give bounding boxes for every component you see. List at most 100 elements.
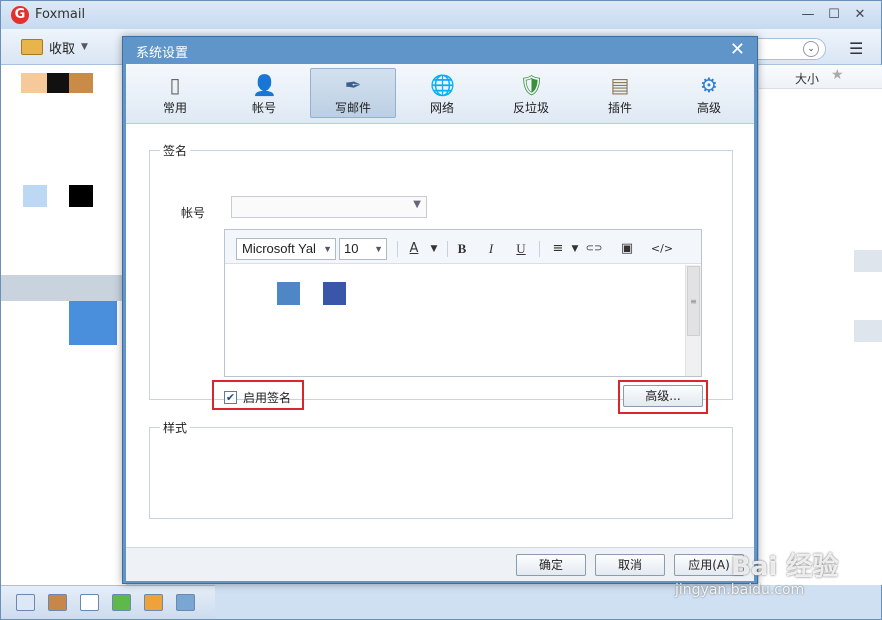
folder-pane — [1, 65, 126, 585]
toolbar-divider — [447, 241, 448, 257]
calendar-icon[interactable] — [80, 594, 99, 611]
tab-label: 常用 — [162, 101, 187, 115]
globe-icon: 🌐 — [430, 73, 455, 97]
mail-list-header: 大小 ★ — [759, 65, 882, 89]
enable-signature-label[interactable]: 启用签名 — [243, 389, 291, 406]
image-icon[interactable] — [176, 594, 195, 611]
chevron-down-icon: ▼ — [374, 244, 383, 254]
dialog-footer: 确定 取消 应用(A) — [126, 547, 754, 581]
maximize-button[interactable]: ☐ — [823, 5, 845, 25]
dialog-close-icon[interactable]: ✕ — [730, 39, 745, 60]
font-color-icon[interactable]: A — [405, 240, 423, 258]
tab-network[interactable]: 🌐 网络 — [399, 68, 485, 118]
minimize-button[interactable]: — — [797, 5, 819, 25]
style-group: 样式 — [149, 419, 733, 519]
cancel-button[interactable]: 取消 — [595, 554, 665, 576]
signature-advanced-button[interactable]: 高级... — [623, 385, 703, 407]
enable-signature-highlight: ✔ 启用签名 — [212, 380, 304, 410]
chevron-down-icon[interactable]: ▼ — [566, 240, 584, 258]
notes-icon[interactable] — [112, 594, 131, 611]
tab-label: 帐号 — [251, 101, 276, 115]
star-icon[interactable]: ★ — [831, 67, 844, 83]
bold-icon[interactable]: B — [453, 240, 471, 258]
tab-advanced[interactable]: ⚙ 高级 — [666, 68, 752, 118]
tab-label: 插件 — [607, 101, 632, 115]
underline-icon[interactable]: U — [512, 240, 530, 258]
link-icon[interactable]: ⊂⊃ — [585, 240, 603, 258]
gear-icon: ⚙ — [700, 73, 718, 97]
shield-icon: 🛡 — [519, 73, 545, 97]
close-button[interactable]: ✕ — [849, 5, 871, 25]
chevron-down-icon: ▼ — [323, 244, 332, 254]
image-icon[interactable]: ▣ — [618, 240, 636, 258]
inbox-icon — [21, 39, 43, 55]
account-label: 帐号 — [181, 206, 206, 220]
search-dropdown[interactable]: ⌄ — [756, 38, 826, 60]
editor-toolbar: Microsoft Yal ▼ 10 ▼ A ▼ B I U ≡ ▼ ⊂⊃ ▣ — [225, 230, 701, 264]
tab-general[interactable]: ▯ 常用 — [132, 68, 218, 118]
receive-button[interactable]: 收取 ▼ — [21, 36, 88, 58]
toolbar-divider — [397, 241, 398, 257]
menu-icon[interactable]: ☰ — [849, 39, 863, 58]
font-family-select[interactable]: Microsoft Yal ▼ — [236, 238, 336, 260]
main-titlebar: G Foxmail — ☐ ✕ — [1, 1, 881, 29]
avatar — [69, 185, 93, 207]
dialog-title: 系统设置 — [136, 46, 189, 61]
dialog-titlebar: 系统设置 ✕ — [123, 37, 757, 64]
dialog-body: ▯ 常用 👤 帐号 ✒ 写邮件 🌐 网络 🛡 反垃圾 ▤ 插件 ⚙ 高级 签名 … — [126, 64, 754, 581]
mail-list-pane: 大小 ★ — [758, 65, 882, 585]
scroll-thumb[interactable]: ≡ — [687, 266, 700, 336]
contacts-icon[interactable] — [48, 594, 67, 611]
avatar — [23, 185, 47, 207]
account-select[interactable]: ▼ — [231, 196, 427, 218]
enable-signature-checkbox[interactable]: ✔ — [224, 391, 237, 404]
tab-label: 网络 — [429, 101, 454, 115]
align-icon[interactable]: ≡ — [549, 240, 567, 258]
editor-scrollbar[interactable]: ≡ — [685, 265, 701, 376]
tab-label: 高级 — [696, 101, 721, 115]
mail-icon[interactable] — [16, 594, 35, 611]
style-group-title: 样式 — [160, 419, 191, 436]
signature-text-area[interactable] — [225, 265, 683, 376]
caret-down-icon: ▼ — [81, 42, 88, 52]
tab-antispam[interactable]: 🛡 反垃圾 — [488, 68, 574, 118]
phone-icon: ▯ — [169, 73, 181, 97]
chevron-down-icon[interactable]: ▼ — [425, 240, 443, 258]
chevron-down-icon: ⌄ — [803, 41, 819, 57]
tab-account[interactable]: 👤 帐号 — [221, 68, 307, 118]
list-item[interactable] — [854, 320, 882, 342]
receive-label: 收取 — [49, 41, 76, 57]
module-switcher — [1, 585, 215, 619]
avatar — [21, 73, 47, 93]
inkwell-icon: ✒ — [344, 73, 362, 97]
size-column-header[interactable]: 大小 — [795, 70, 819, 87]
category-bar: ▯ 常用 👤 帐号 ✒ 写邮件 🌐 网络 🛡 反垃圾 ▤ 插件 ⚙ 高级 — [126, 64, 754, 124]
rss-icon[interactable] — [144, 594, 163, 611]
app-title: Foxmail — [35, 7, 86, 22]
avatar — [47, 73, 69, 93]
italic-icon[interactable]: I — [482, 240, 500, 258]
font-family-value: Microsoft Yal — [242, 241, 316, 256]
tab-label: 反垃圾 — [512, 101, 549, 115]
tab-compose[interactable]: ✒ 写邮件 — [310, 68, 396, 118]
selected-folder[interactable] — [1, 275, 126, 301]
watermark-text: Bai 经验 — [731, 552, 839, 582]
list-item[interactable] — [854, 250, 882, 272]
avatar — [69, 73, 93, 93]
code-icon[interactable]: </> — [649, 240, 675, 258]
user-icon: 👤 — [252, 73, 277, 97]
tab-plugins[interactable]: ▤ 插件 — [577, 68, 663, 118]
baidu-watermark: Bai 经验 jingyan.baidu.com — [675, 546, 875, 606]
avatar — [69, 301, 117, 345]
watermark-url: jingyan.baidu.com — [675, 582, 805, 598]
font-size-select[interactable]: 10 ▼ — [339, 238, 387, 260]
toolbar-divider — [539, 241, 540, 257]
box-icon: ▤ — [610, 73, 630, 97]
signature-image — [323, 282, 346, 305]
ok-button[interactable]: 确定 — [516, 554, 586, 576]
font-size-value: 10 — [344, 241, 359, 256]
signature-group-title: 签名 — [160, 142, 191, 159]
signature-image — [277, 282, 300, 305]
signature-editor: Microsoft Yal ▼ 10 ▼ A ▼ B I U ≡ ▼ ⊂⊃ ▣ — [224, 229, 702, 377]
foxmail-logo-icon: G — [11, 6, 29, 24]
